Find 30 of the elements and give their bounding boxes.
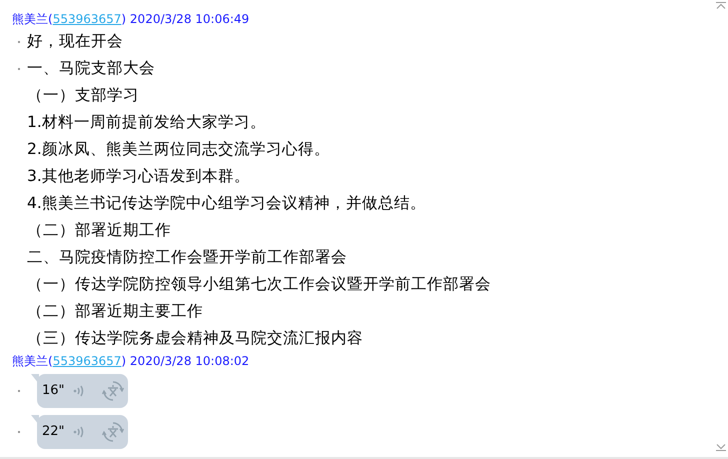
- message-text: 2.颜冰凤、熊美兰两位同志交流学习心得。: [27, 139, 330, 160]
- message-text: 好，现在开会: [27, 31, 123, 52]
- sender-name: 熊美兰: [12, 352, 48, 370]
- sound-icon: [72, 384, 84, 396]
- voice-message[interactable]: 16": [37, 374, 128, 408]
- translate-icon[interactable]: [102, 420, 124, 442]
- voice-duration: 16": [42, 383, 65, 398]
- message-text: （三）传达学院务虚会精神及马院交流汇报内容: [27, 328, 363, 349]
- sound-icon: [72, 426, 84, 438]
- message-text: （二）部署近期工作: [27, 220, 171, 241]
- bracket: (: [48, 12, 53, 26]
- translate-icon[interactable]: [102, 380, 124, 402]
- message-text: 二、马院疫情防控工作会暨开学前工作部署会: [27, 247, 347, 268]
- message-text: （一）支部学习: [27, 85, 139, 106]
- scroll-down-icon[interactable]: [716, 444, 726, 451]
- bracket: (: [48, 354, 53, 368]
- sender-name: 熊美兰: [12, 10, 48, 28]
- message-text: 1.材料一周前提前发给大家学习。: [27, 112, 266, 133]
- voice-duration: 22": [42, 424, 65, 439]
- message-text: 一、马院支部大会: [27, 58, 155, 79]
- bracket: ): [121, 12, 126, 26]
- voice-message[interactable]: 22": [37, 414, 128, 448]
- message-time: 2020/3/28 10:08:02: [130, 354, 250, 368]
- message-text: （二）部署近期主要工作: [27, 301, 203, 322]
- scroll-up-icon[interactable]: [716, 2, 726, 9]
- bracket: ): [121, 354, 126, 368]
- message-time: 2020/3/28 10:06:49: [130, 12, 250, 26]
- message-text: 3.其他老师学习心语发到本群。: [27, 166, 250, 187]
- message-text: （一）传达学院防控领导小组第七次工作会议暨开学前工作部署会: [27, 274, 491, 295]
- message-text: 4.熊美兰书记传达学院中心组学习会议精神，并做总结。: [27, 193, 426, 214]
